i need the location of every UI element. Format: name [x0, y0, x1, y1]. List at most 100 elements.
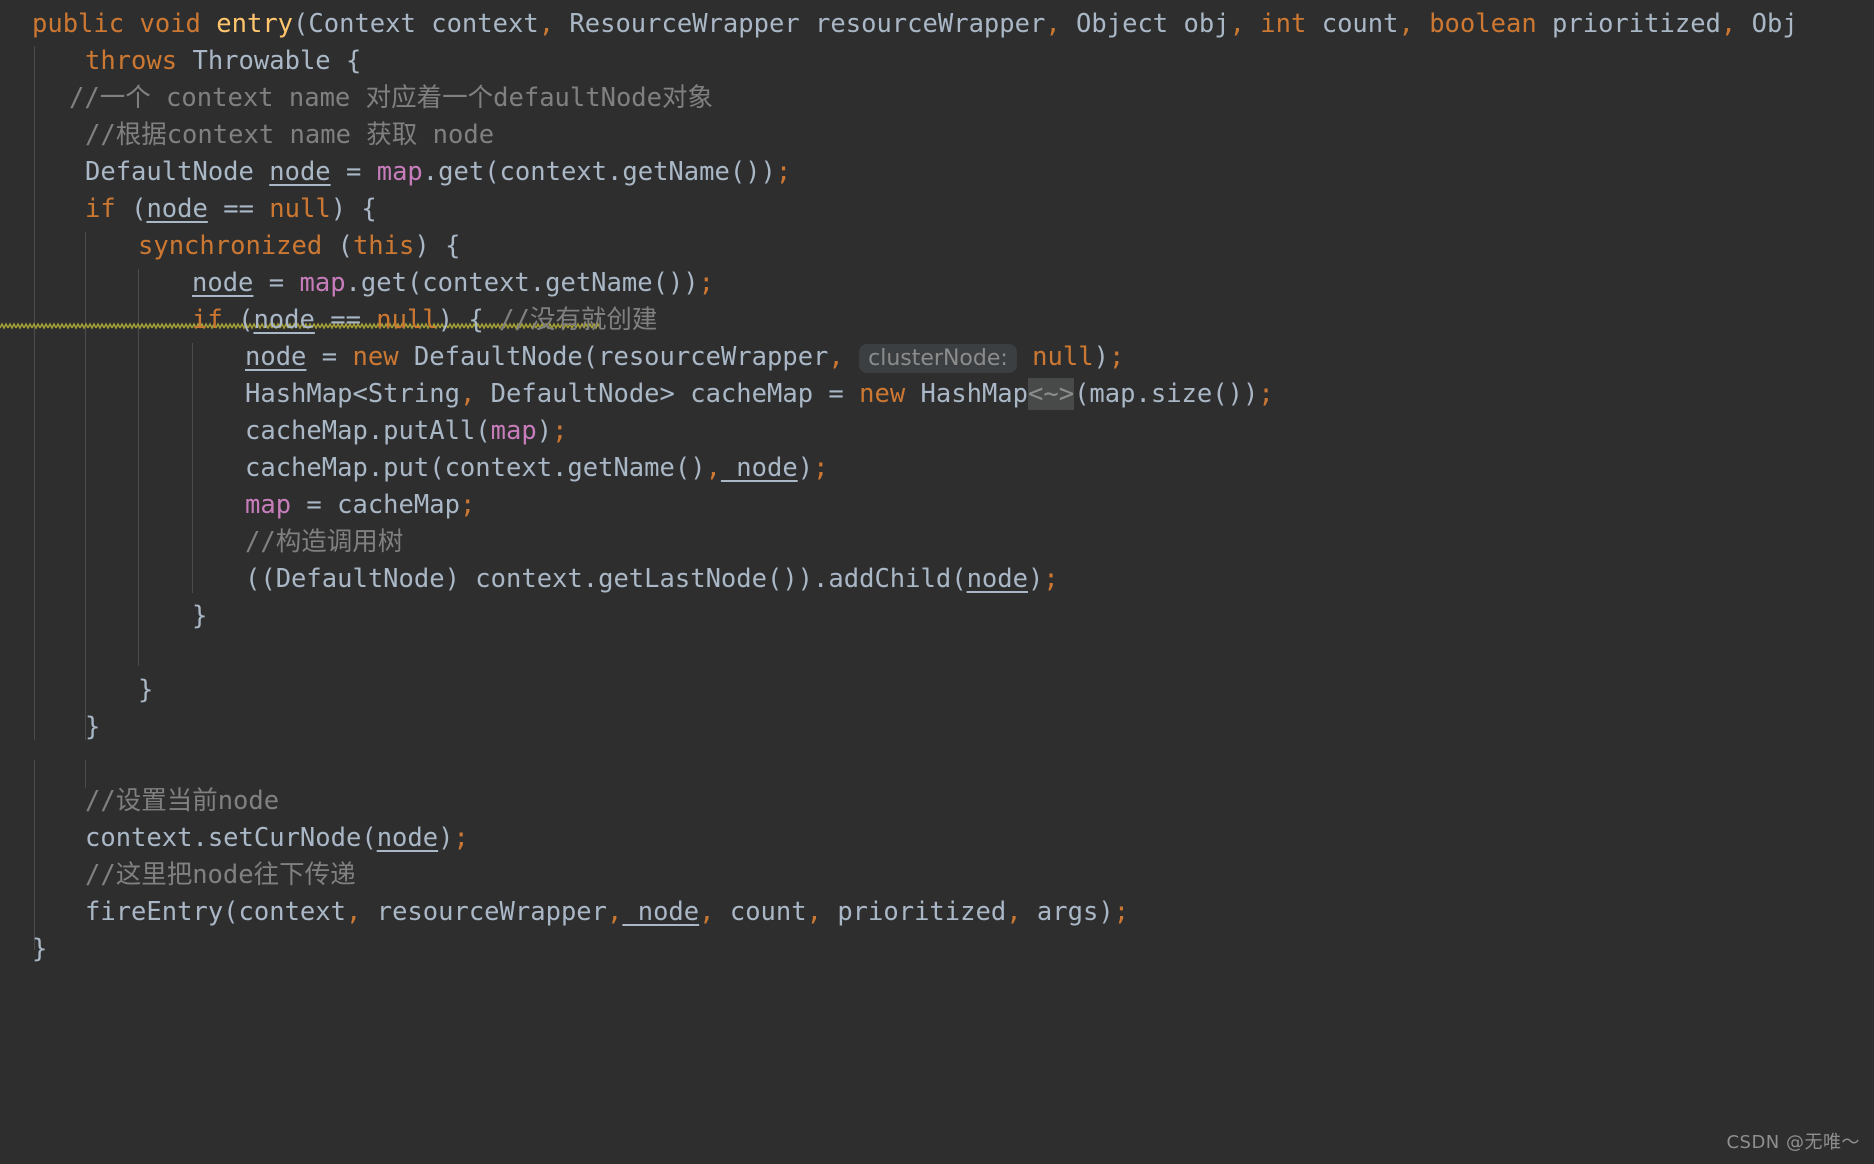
code-line: throws Throwable { [85, 43, 361, 80]
comment: //根据context name 获取 node [85, 120, 495, 150]
comment: //构造调用树 [245, 527, 404, 557]
type-throwable: Throwable [177, 46, 347, 76]
paren-open: ( [322, 231, 353, 261]
code-line: } [32, 931, 47, 968]
param-prioritized: prioritized [1536, 9, 1721, 39]
code-line: //一个 context name 对应着一个defaultNode对象 [69, 80, 713, 117]
comma: , [1720, 9, 1737, 39]
code-line: HashMap<String, DefaultNode> cacheMap = … [245, 376, 1274, 413]
code-editor[interactable]: public void entry(Context context, Resou… [0, 0, 1874, 1164]
code-line: //构造调用树 [245, 524, 403, 561]
brace-open: { [361, 194, 377, 224]
inline-parameter-hint[interactable]: clusterNode: [859, 344, 1017, 373]
field-map: map [376, 157, 423, 187]
comma: , [806, 897, 822, 927]
comment: //没有就创建 [499, 305, 658, 335]
method-call-put: cacheMap.put(context.getName() [245, 453, 706, 483]
code-line: //设置当前node [85, 783, 279, 820]
arg-args: args [1021, 897, 1099, 927]
comma: , [459, 379, 476, 409]
code-line: node = map.get(context.getName()); [192, 265, 714, 302]
code-line: ((DefaultNode) context.getLastNode()).ad… [245, 561, 1059, 598]
constructor-args: (map.size()) [1074, 379, 1259, 409]
code-line: map = cacheMap; [245, 487, 475, 524]
type-defaultnode-var: DefaultNode> cacheMap [475, 379, 814, 409]
code-line: public void entry(Context context, Resou… [32, 6, 1798, 43]
comma: , [705, 453, 721, 483]
paren-close: ) [1093, 342, 1109, 372]
comma: , [699, 897, 715, 927]
brace-close: } [85, 712, 101, 742]
local-var-node: node [720, 453, 798, 483]
field-map: map [299, 268, 346, 298]
comma: , [1006, 897, 1022, 927]
method-call: .get(context.getName()) [422, 157, 776, 187]
keyword-synchronized: synchronized [138, 231, 323, 261]
comma: , [1045, 9, 1061, 39]
csdn-watermark: CSDN @无唯～ [1726, 1132, 1860, 1153]
keyword-throws: throws [85, 46, 178, 76]
keyword-new: new [859, 379, 906, 409]
code-line: } [192, 598, 207, 635]
var-cachemap: cacheMap [337, 490, 460, 520]
param-obj: obj [1168, 9, 1230, 39]
collapsed-generics-fold[interactable]: <~> [1028, 378, 1075, 410]
indent-guide [192, 343, 193, 593]
cast-expression: ((DefaultNode) context.getLastNode()).ad… [245, 564, 967, 594]
brace-close: } [138, 675, 154, 705]
indent-guide [85, 232, 86, 740]
code-line: if (node == null) { [85, 191, 377, 228]
field-map: map [245, 490, 292, 520]
type-object-truncated: Obj [1736, 9, 1798, 39]
local-var-node: node [253, 305, 315, 335]
constructor-hashmap: HashMap [905, 379, 1029, 409]
keyword-int: int [1260, 9, 1307, 39]
code-line: //根据context name 获取 node [85, 117, 494, 154]
field-map: map [490, 416, 537, 446]
operator-assign: = [813, 379, 860, 409]
local-var-node: node [966, 564, 1028, 594]
comma: , [607, 897, 623, 927]
keyword-null: null [376, 305, 438, 335]
paren-close: ) [437, 305, 469, 335]
method-call-putall: cacheMap.putAll( [245, 416, 491, 446]
code-line: } [138, 672, 153, 709]
code-content[interactable]: public void entry(Context context, Resou… [0, 0, 1874, 1164]
param-context: context [415, 9, 539, 39]
brace-open: { [445, 231, 461, 261]
code-line: //这里把node往下传递 [85, 857, 356, 894]
method-call: .get(context.getName()) [345, 268, 699, 298]
arg-prioritized: prioritized [821, 897, 1007, 927]
local-var-node: node [146, 194, 208, 224]
arg-resourcewrapper: resourceWrapper [361, 897, 607, 927]
method-call-fireentry: fireEntry(context [85, 897, 346, 927]
local-var-node: node [269, 157, 331, 187]
comma: , [346, 897, 362, 927]
brace-close: } [32, 934, 48, 964]
paren-close: ) [1027, 564, 1044, 594]
semicolon: ; [813, 453, 829, 483]
comment: //一个 context name 对应着一个defaultNode对象 [69, 83, 714, 113]
code-line: fireEntry(context, resourceWrapper, node… [85, 894, 1129, 931]
brace-open: { [468, 305, 500, 335]
code-line: context.setCurNode(node); [85, 820, 469, 857]
comment: //这里把node往下传递 [85, 860, 356, 890]
local-var-node: node [192, 268, 254, 298]
operator-equals: == [207, 194, 270, 224]
keyword-if: if [192, 305, 223, 335]
paren-close: ) [536, 416, 553, 446]
keyword-public: public [32, 9, 125, 39]
operator-assign: = [253, 268, 300, 298]
code-line: node = new DefaultNode(resourceWrapper, … [245, 339, 1124, 376]
semicolon: ; [698, 268, 715, 298]
param-count: count [1306, 9, 1399, 39]
code-line: } [85, 709, 100, 746]
semicolon: ; [552, 416, 568, 446]
type-hashmap-generic: HashMap<String [245, 379, 460, 409]
code-line: synchronized (this) { [138, 228, 460, 265]
local-var-node: node [622, 897, 700, 927]
semicolon: ; [453, 823, 469, 853]
comma: , [538, 9, 555, 39]
paren-close: ) [1098, 897, 1114, 927]
indent-guide [34, 46, 35, 740]
